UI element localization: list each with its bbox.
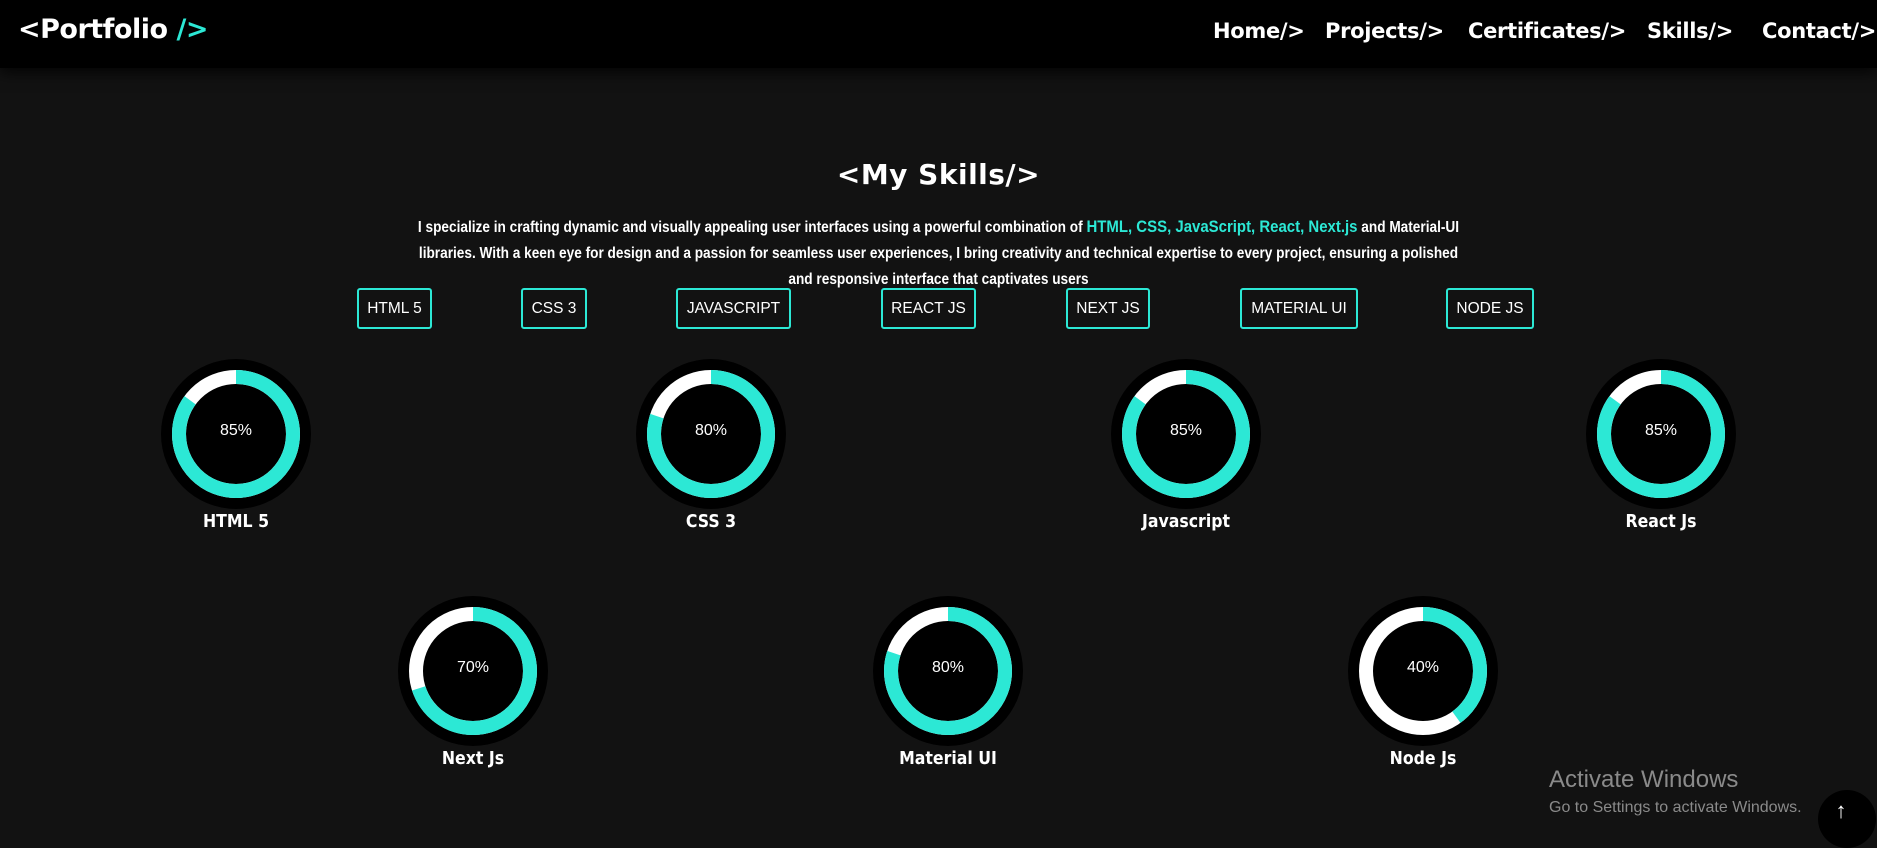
skill-card-javascript: 85% Javascript xyxy=(1111,359,1261,549)
skill-name: HTML 5 xyxy=(202,512,270,532)
nav-link-contact[interactable]: Contact/> xyxy=(1762,19,1876,43)
tag-reactjs[interactable]: REACT JS xyxy=(881,288,976,329)
tag-nextjs[interactable]: NEXT JS xyxy=(1066,288,1150,329)
skill-name: Next Js xyxy=(441,749,505,769)
scroll-to-top-button[interactable]: ↑ xyxy=(1818,790,1876,848)
nav-link-certificates[interactable]: Certificates/> xyxy=(1468,19,1626,43)
skill-percent: 85% xyxy=(1644,422,1678,439)
skill-percent: 70% xyxy=(456,659,490,676)
section-heading: <My Skills/> xyxy=(836,158,1041,191)
skill-card-css3: 80% CSS 3 xyxy=(636,359,786,549)
tag-javascript[interactable]: JAVASCRIPT xyxy=(676,288,791,329)
logo-accent: /> xyxy=(176,14,208,45)
skill-card-reactjs: 85% React Js xyxy=(1586,359,1736,549)
tag-css3[interactable]: CSS 3 xyxy=(521,288,587,329)
skill-card-nextjs: 70% Next Js xyxy=(398,596,548,786)
intro-text: I specialize in crafting dynamic and vis… xyxy=(408,214,1468,293)
skill-name: React Js xyxy=(1625,512,1697,532)
skill-name: CSS 3 xyxy=(685,512,737,532)
nav-link-home[interactable]: Home/> xyxy=(1213,19,1305,43)
logo[interactable]: <Portfolio /> xyxy=(18,14,208,45)
nav-link-projects[interactable]: Projects/> xyxy=(1325,19,1444,43)
windows-activation-title: Activate Windows xyxy=(1549,766,1739,793)
arrow-up-icon: ↑ xyxy=(1835,798,1847,823)
skill-name: Javascript xyxy=(1141,512,1231,532)
skill-percent: 85% xyxy=(219,422,253,439)
intro-text-highlight: HTML, CSS, JavaScript, React, Next.js xyxy=(1086,217,1358,236)
tag-material-ui[interactable]: MATERIAL UI xyxy=(1240,288,1358,329)
tag-nodejs[interactable]: NODE JS xyxy=(1446,288,1534,329)
skill-percent: 85% xyxy=(1169,422,1203,439)
skill-percent: 80% xyxy=(931,659,965,676)
windows-activation-subtitle: Go to Settings to activate Windows. xyxy=(1549,799,1802,816)
skill-percent: 40% xyxy=(1406,659,1440,676)
nav-link-skills[interactable]: Skills/> xyxy=(1647,19,1733,43)
skill-card-material-ui: 80% Material UI xyxy=(873,596,1023,786)
skill-percent: 80% xyxy=(694,422,728,439)
tag-html5[interactable]: HTML 5 xyxy=(357,288,432,329)
skill-name: Material UI xyxy=(899,749,997,769)
skill-card-html5: 85% HTML 5 xyxy=(161,359,311,549)
logo-text: <Portfolio xyxy=(18,14,177,45)
skill-name: Node Js xyxy=(1389,749,1457,769)
skill-card-nodejs: 40% Node Js xyxy=(1348,596,1498,786)
intro-text-before: I specialize in crafting dynamic and vis… xyxy=(417,219,1087,236)
navbar: <Portfolio /> Home/> Projects/> Certific… xyxy=(0,0,1877,68)
